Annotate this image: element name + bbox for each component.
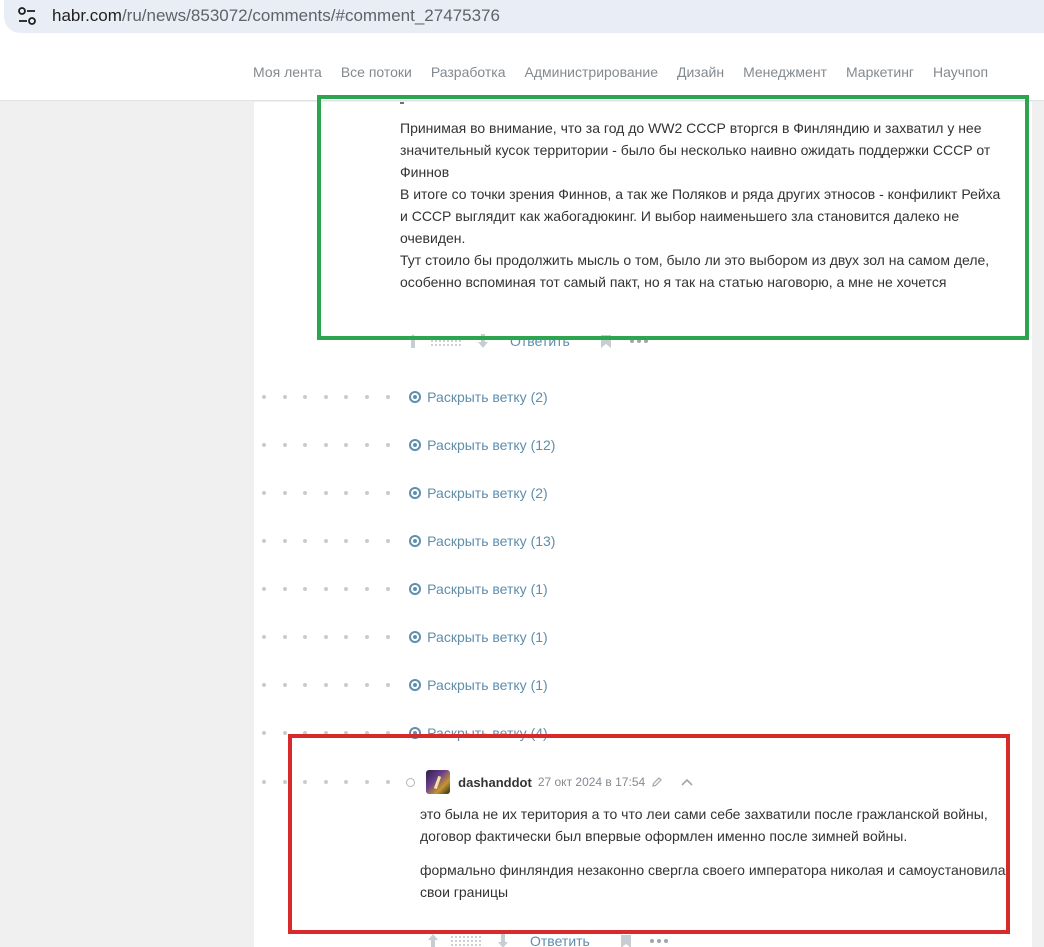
branch-row: Раскрыть ветку (1) (262, 579, 548, 599)
expand-branch-icon (409, 631, 422, 643)
expand-branch-icon (409, 487, 422, 499)
top-nav: Моя лента Все потоки Разработка Администрир… (0, 42, 1044, 101)
thread-indent (262, 683, 406, 687)
expand-branch-icon (409, 439, 422, 451)
expand-branch-button[interactable]: Раскрыть ветку (2) (409, 389, 548, 405)
thread-indent (262, 491, 406, 495)
expand-branch-button[interactable]: Раскрыть ветку (2) (409, 485, 548, 501)
nav-item[interactable]: Научпоп (933, 64, 988, 80)
bookmark-icon[interactable] (620, 934, 632, 947)
url-host: habr.com (52, 6, 122, 25)
expand-branch-label: Раскрыть ветку (2) (427, 485, 548, 501)
address-bar: habr.com/ru/news/853072/comments/#commen… (0, 0, 1044, 42)
expand-branch-label: Раскрыть ветку (1) (427, 677, 548, 693)
expand-branch-icon (409, 583, 422, 595)
vote-up-icon[interactable] (426, 933, 440, 947)
vote-down-icon[interactable] (496, 933, 510, 947)
thread-indent (262, 443, 406, 447)
expand-branch-label: Раскрыть ветку (1) (427, 629, 548, 645)
highlight-frame-red (288, 734, 1010, 934)
branch-row: Раскрыть ветку (1) (262, 675, 548, 695)
thread-indent (262, 539, 406, 543)
reply-button[interactable]: Ответить (530, 933, 590, 947)
branch-row: Раскрыть ветку (2) (262, 387, 548, 407)
thread-indent (262, 395, 406, 399)
expand-branch-label: Раскрыть ветку (1) (427, 581, 548, 597)
url-path: /ru/news/853072/comments/#comment_274753… (121, 6, 500, 25)
branch-row: Раскрыть ветку (13) (262, 531, 555, 551)
nav-item[interactable]: Разработка (431, 64, 506, 80)
nav-item[interactable]: Маркетинг (846, 64, 914, 80)
expand-branch-button[interactable]: Раскрыть ветку (12) (409, 437, 555, 453)
expand-branch-button[interactable]: Раскрыть ветку (1) (409, 581, 548, 597)
nav-item[interactable]: Администрирование (525, 64, 659, 80)
expand-branch-button[interactable]: Раскрыть ветку (1) (409, 677, 548, 693)
expand-branch-icon (409, 535, 422, 547)
nav-item[interactable]: Менеджмент (743, 64, 827, 80)
branch-row: Раскрыть ветку (2) (262, 483, 548, 503)
expand-branch-label: Раскрыть ветку (13) (427, 533, 556, 549)
vote-score (450, 935, 482, 947)
branch-row: Раскрыть ветку (1) (262, 627, 548, 647)
thread-indent (262, 635, 406, 639)
expand-branch-button[interactable]: Раскрыть ветку (13) (409, 533, 555, 549)
expand-branch-label: Раскрыть ветку (2) (427, 389, 548, 405)
url-field[interactable]: habr.com/ru/news/853072/comments/#commen… (4, 0, 1044, 33)
nav-item[interactable]: Дизайн (677, 64, 724, 80)
expand-branch-button[interactable]: Раскрыть ветку (1) (409, 629, 548, 645)
nav-item[interactable]: Моя лента (253, 64, 322, 80)
expand-branch-icon (409, 679, 422, 691)
site-settings-icon[interactable] (16, 5, 38, 27)
more-icon[interactable] (649, 939, 668, 943)
url-text[interactable]: habr.com/ru/news/853072/comments/#commen… (52, 6, 500, 26)
nav-item[interactable]: Все потоки (341, 64, 412, 80)
thread-indent (262, 587, 406, 591)
nav-items: Моя лента Все потоки Разработка Администрир… (253, 64, 1007, 80)
expand-branch-icon (409, 391, 422, 403)
branch-row: Раскрыть ветку (12) (262, 435, 555, 455)
expand-branch-label: Раскрыть ветку (12) (427, 437, 556, 453)
highlight-frame-green (317, 95, 1029, 340)
